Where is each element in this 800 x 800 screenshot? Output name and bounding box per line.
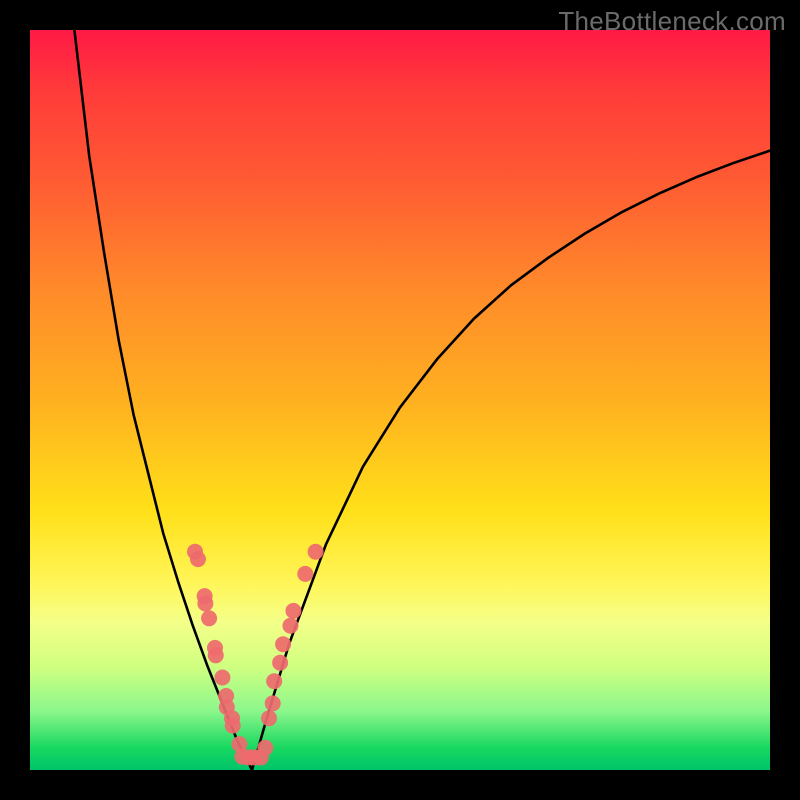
chart-stage: TheBottleneck.com: [0, 0, 800, 800]
watermark: TheBottleneck.com: [558, 6, 786, 37]
plot-gradient: [30, 30, 770, 770]
